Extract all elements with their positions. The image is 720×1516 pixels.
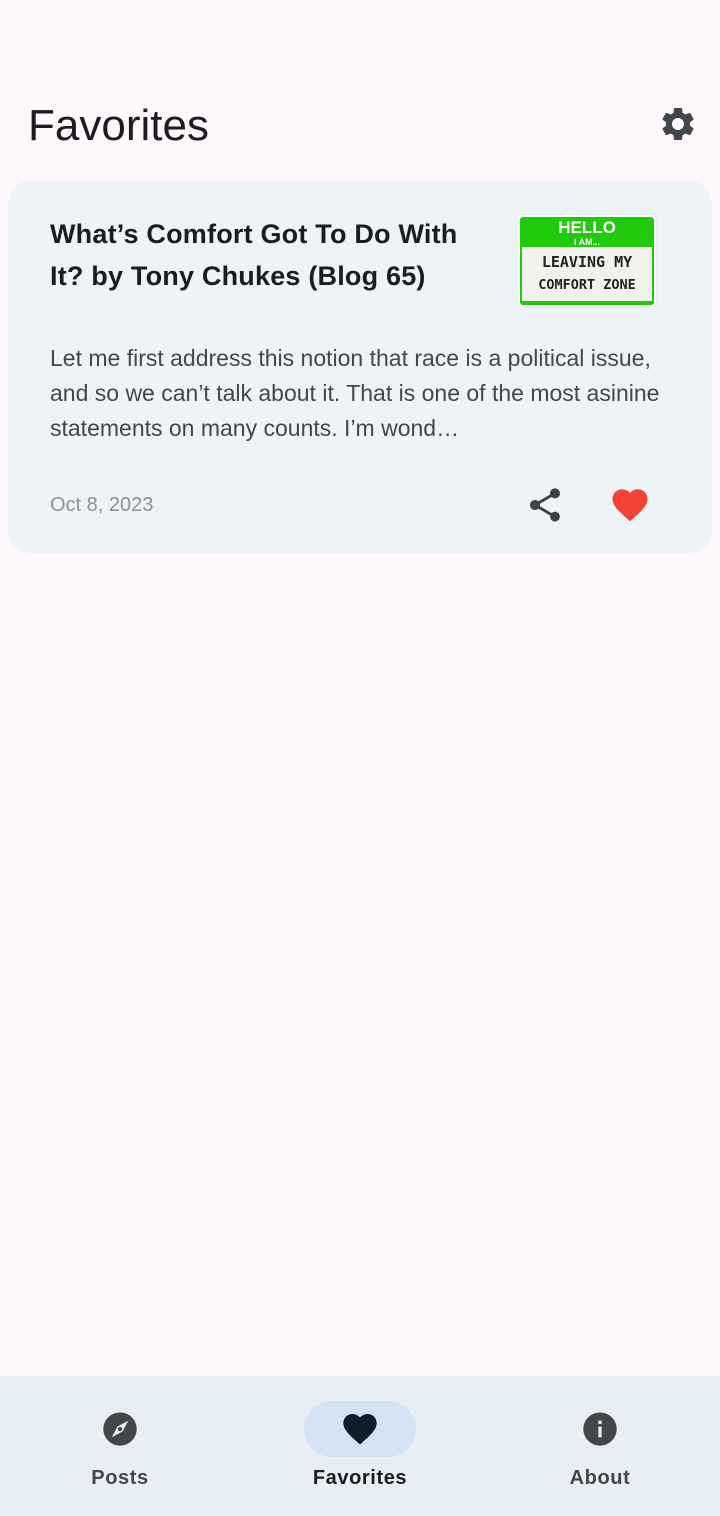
nav-label-favorites: Favorites	[312, 1467, 408, 1489]
app-bar: Favorites	[0, 80, 720, 172]
post-excerpt: Let me first address this notion that ra…	[50, 345, 660, 441]
settings-button[interactable]	[654, 100, 702, 148]
thumb-leaving: LEAVING MY	[542, 253, 632, 271]
nav-item-about[interactable]: About	[480, 1376, 720, 1516]
nav-pill	[544, 1401, 656, 1457]
compass-icon	[103, 1412, 137, 1446]
favorite-button[interactable]	[606, 481, 654, 529]
heart-icon	[343, 1414, 377, 1445]
thumb-comfort: COMFORT ZONE	[538, 277, 636, 293]
favorite-post-card[interactable]: What’s Comfort Got To Do With It? by Ton…	[8, 181, 712, 553]
nav-item-posts[interactable]: Posts	[0, 1376, 240, 1516]
post-title: What’s Comfort Got To Do With It? by Ton…	[50, 219, 458, 291]
nav-pill	[64, 1401, 176, 1457]
gear-icon	[662, 107, 694, 140]
share-icon	[530, 488, 560, 522]
nav-item-favorites[interactable]: Favorites	[240, 1376, 480, 1516]
page-title: Favorites	[28, 101, 209, 150]
share-button[interactable]	[523, 481, 567, 529]
nav-pill-active	[304, 1401, 416, 1457]
post-date: Oct 8, 2023	[50, 494, 154, 516]
info-icon	[583, 1412, 617, 1446]
nav-label-posts: Posts	[91, 1467, 149, 1489]
thumb-hello: HELLO	[558, 218, 616, 237]
nav-label-about: About	[569, 1467, 631, 1489]
bottom-navigation: Posts Favorites About	[0, 1376, 720, 1516]
post-thumbnail: HELLO I AM... LEAVING MY COMFORT ZONE	[518, 215, 656, 307]
heart-icon	[612, 489, 648, 522]
thumb-iam: I AM...	[574, 237, 600, 247]
